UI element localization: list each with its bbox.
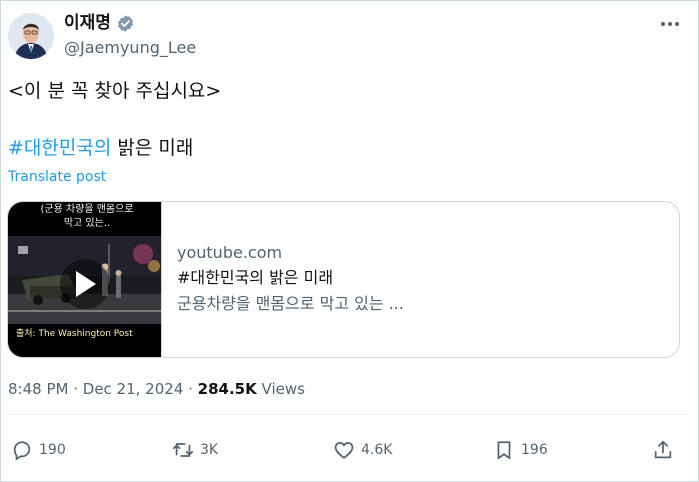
bookmark-icon (497, 441, 511, 460)
reply-icon (13, 441, 31, 461)
avatar[interactable] (8, 13, 54, 59)
like-count: 4.6K (361, 442, 393, 458)
tweet-text-line-2: #대한민국의 밝은 미래 (8, 135, 193, 161)
video-thumbnail[interactable]: (군용 차량을 맨몸으로 막고 있는.. 출처: The Washington … (8, 202, 162, 357)
tweet-text-rest: 밝은 미래 (111, 137, 194, 159)
divider (8, 414, 688, 415)
card-domain: youtube.com (177, 243, 283, 262)
author-display-name[interactable]: 이재명 (64, 12, 111, 34)
card-description: 군용차량을 맨몸으로 막고 있는 ... (177, 294, 404, 313)
views-count[interactable]: 284.5K (198, 380, 257, 398)
meta-separator: · (183, 380, 198, 398)
post-metadata: 8:48 PM · Dec 21, 2024 · 284.5K Views (8, 379, 305, 399)
repost-icon (172, 443, 194, 457)
thumbnail-source-caption: 출처: The Washington Post (16, 329, 133, 339)
author-name-row[interactable]: 이재명 (64, 12, 135, 34)
like-button[interactable]: 4.6K (333, 436, 392, 464)
more-dots-icon (661, 22, 679, 26)
card-text-block[interactable]: youtube.com #대한민국의 밝은 미래 군용차량을 맨몸으로 막고 있… (177, 242, 404, 316)
repost-button[interactable]: 3K (172, 436, 218, 464)
bookmark-count: 196 (521, 442, 548, 458)
heart-icon (334, 441, 354, 459)
bookmark-button[interactable]: 196 (493, 436, 548, 464)
views-label: Views (256, 380, 305, 398)
thumbnail-caption-line-2: 막고 있는.. (63, 218, 111, 229)
verified-badge-icon[interactable] (116, 14, 135, 33)
meta-separator: · (68, 380, 83, 398)
thumbnail-caption-line-1: (군용 차량을 맨몸으로 (40, 204, 134, 215)
repost-count: 3K (200, 442, 219, 458)
action-bar: 190 3K 4.6K 196 (0, 436, 699, 464)
post-date[interactable]: Dec 21, 2024 (83, 380, 184, 398)
share-icon (654, 440, 672, 459)
share-button[interactable] (652, 436, 674, 464)
reply-button[interactable]: 190 (11, 436, 66, 464)
play-button[interactable] (60, 259, 110, 309)
hashtag-link[interactable]: #대한민국의 (8, 137, 111, 159)
play-icon (76, 271, 96, 297)
post-time[interactable]: 8:48 PM (8, 380, 68, 398)
reply-count: 190 (39, 442, 66, 458)
tweet-text-line-1: <이 분 꼭 찾아 주십시요> (8, 80, 222, 102)
thumbnail-caption-top: (군용 차량을 맨몸으로 막고 있는.. (12, 203, 161, 231)
translate-post-link[interactable]: Translate post (8, 168, 106, 186)
author-handle[interactable]: @Jaemyung_Lee (64, 38, 196, 58)
card-title: #대한민국의 밝은 미래 (177, 268, 334, 287)
more-options-button[interactable] (658, 16, 682, 32)
profile-photo-icon (8, 13, 54, 59)
link-preview-card[interactable]: (군용 차량을 맨몸으로 막고 있는.. 출처: The Washington … (7, 201, 680, 358)
